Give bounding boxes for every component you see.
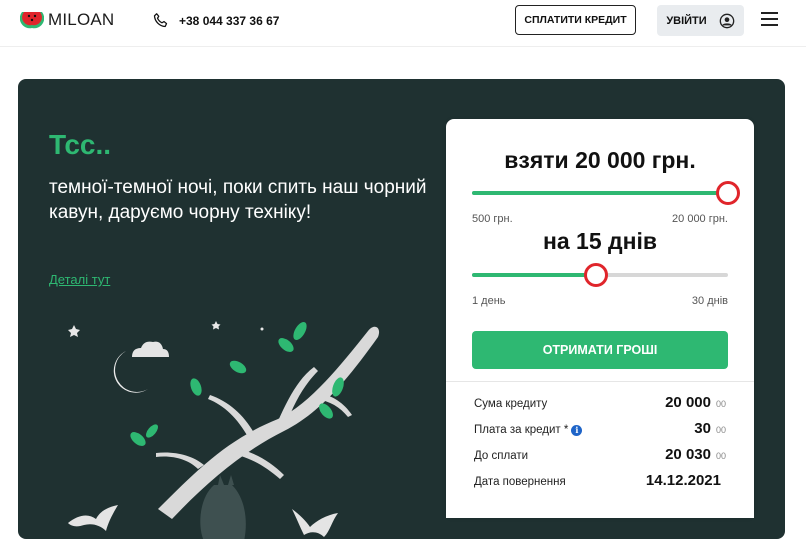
logo[interactable]: MILOAN: [20, 10, 114, 30]
info-icon[interactable]: i: [571, 424, 583, 436]
amount-min-label: 500 грн.: [472, 213, 513, 225]
summary-value: 20 000: [665, 394, 711, 411]
summary-row: Плата за кредит * i 30 00: [474, 420, 726, 438]
amount-max-label: 20 000 грн.: [672, 213, 728, 225]
summary-row: Сума кредиту 20 000 00: [474, 394, 726, 412]
login-button[interactable]: УВІЙТИ: [657, 5, 744, 36]
loan-summary: Сума кредиту 20 000 00 Плата за кредит * …: [446, 381, 754, 518]
summary-label: Дата повернення: [474, 476, 566, 488]
logo-text: MILOAN: [48, 10, 115, 29]
menu-icon[interactable]: [761, 12, 778, 28]
details-link[interactable]: Деталі тут: [49, 272, 110, 287]
summary-value: 30: [694, 420, 711, 437]
amount-slider-handle[interactable]: [716, 181, 740, 205]
phone-icon: [153, 13, 168, 28]
loan-calculator: взяти 20 000 грн. 500 грн. 20 000 грн. н…: [446, 119, 754, 518]
term-slider-fill: [472, 273, 596, 277]
summary-label-with-info: Плата за кредит * i: [474, 424, 583, 436]
pay-credit-button[interactable]: СПЛАТИТИ КРЕДИТ: [515, 5, 636, 35]
term-slider[interactable]: [472, 263, 728, 287]
amount-heading: взяти 20 000 грн.: [504, 147, 696, 173]
term-min-label: 1 день: [472, 295, 506, 307]
login-label: УВІЙТИ: [666, 14, 707, 27]
term-slider-handle[interactable]: [583, 263, 608, 287]
night-illustration: [68, 321, 380, 539]
watermelon-logo-icon: [20, 12, 44, 29]
user-icon: [719, 13, 735, 28]
phone-contact[interactable]: +38 044 337 36 67: [152, 12, 279, 29]
moon-icon: [113, 351, 148, 393]
summary-cents: 00: [715, 399, 726, 409]
bat-hanging-icon: [200, 485, 246, 539]
amount-slider[interactable]: [472, 181, 740, 205]
get-money-button[interactable]: ОТРИМАТИ ГРОШІ: [472, 331, 728, 369]
star-icon: [68, 325, 80, 337]
phone-number[interactable]: +38 044 337 36 67: [179, 14, 279, 28]
summary-value: 14.12.2021: [645, 472, 721, 489]
term-max-label: 30 днів: [691, 295, 728, 307]
summary-row: До сплати 20 030 00: [474, 446, 726, 464]
summary-label: Сума кредиту: [474, 398, 548, 410]
top-navigation-bar: MILOAN +38 044 337 36 67 СПЛАТИТИ КРЕДИТ…: [0, 0, 806, 47]
summary-cents: 00: [715, 425, 726, 435]
term-heading: на 15 днів: [542, 228, 658, 254]
promo-title: Тсс..: [49, 129, 112, 160]
amount-slider-fill: [472, 191, 728, 195]
summary-row: Дата повернення 14.12.2021: [474, 472, 726, 490]
bat-icon: [292, 509, 338, 537]
cloud-icon: [132, 341, 169, 357]
bat-icon: [68, 505, 118, 531]
summary-label: До сплати: [474, 450, 529, 462]
summary-value: 20 030: [665, 446, 711, 463]
summary-cents: 00: [715, 451, 726, 461]
promo-text: темної-темної ночі, поки спить наш чорни…: [49, 177, 427, 223]
summary-label: Плата за кредит *: [474, 424, 569, 436]
